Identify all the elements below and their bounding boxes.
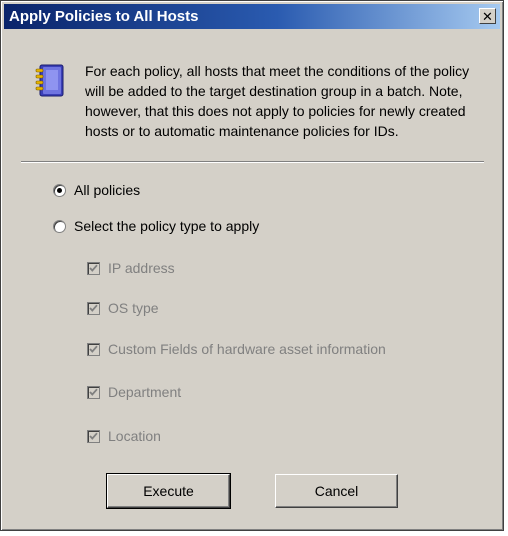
- dialog-title: Apply Policies to All Hosts: [9, 8, 199, 25]
- radio-all-policies[interactable]: All policies: [53, 182, 140, 198]
- separator: [21, 161, 484, 163]
- cancel-button[interactable]: Cancel: [275, 474, 398, 508]
- checkbox-department-label: Department: [108, 384, 182, 400]
- checkbox-location[interactable]: Location: [87, 428, 161, 444]
- checkbox-custom-fields-label: Custom Fields of hardware asset informat…: [108, 341, 386, 357]
- apply-policies-dialog: Apply Policies to All Hosts ✕ For each p…: [0, 0, 504, 531]
- checkbox-custom-fields[interactable]: Custom Fields of hardware asset informat…: [87, 341, 386, 357]
- close-button[interactable]: ✕: [479, 8, 496, 24]
- checkbox-box[interactable]: [87, 385, 100, 399]
- checkbox-box[interactable]: [87, 261, 100, 275]
- check-icon: [89, 345, 98, 353]
- info-message: For each policy, all hosts that meet the…: [85, 63, 470, 139]
- checkbox-os-type[interactable]: OS type: [87, 300, 159, 316]
- check-icon: [89, 388, 98, 396]
- execute-button[interactable]: Execute: [106, 473, 231, 509]
- checkbox-location-label: Location: [108, 428, 161, 444]
- check-icon: [89, 304, 98, 312]
- title-bar[interactable]: Apply Policies to All Hosts ✕: [4, 4, 500, 29]
- radio-select-policy-type-label: Select the policy type to apply: [74, 218, 260, 234]
- checkbox-box[interactable]: [87, 342, 100, 356]
- radio-button-unselected[interactable]: [53, 219, 66, 233]
- checkbox-os-type-label: OS type: [108, 300, 159, 316]
- radio-button-selected[interactable]: [53, 183, 66, 197]
- check-icon: [89, 432, 98, 440]
- checkbox-ip-address-label: IP address: [108, 260, 175, 276]
- checkbox-box[interactable]: [87, 429, 100, 443]
- radio-select-policy-type[interactable]: Select the policy type to apply: [53, 218, 259, 234]
- notebook-icon: [35, 64, 64, 97]
- close-icon: ✕: [482, 8, 493, 24]
- checkbox-department[interactable]: Department: [87, 384, 181, 400]
- checkbox-ip-address[interactable]: IP address: [87, 260, 175, 276]
- check-icon: [89, 264, 98, 272]
- radio-all-policies-label: All policies: [74, 182, 141, 198]
- checkbox-box[interactable]: [87, 301, 100, 315]
